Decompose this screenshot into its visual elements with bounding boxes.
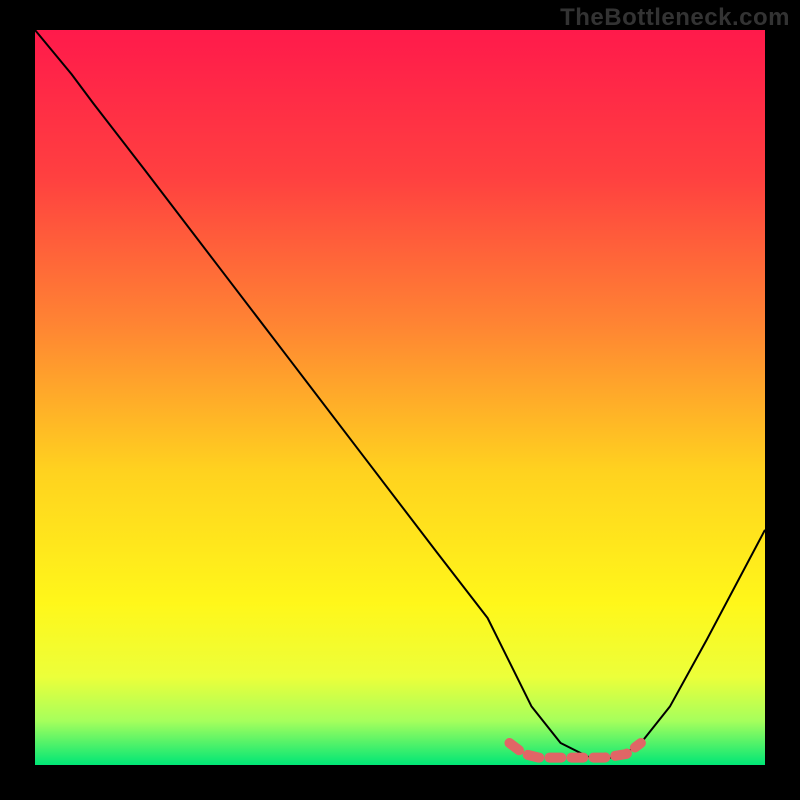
bottleneck-chart — [0, 0, 800, 800]
gradient-background — [35, 30, 765, 765]
watermark-text: TheBottleneck.com — [560, 4, 790, 32]
chart-frame: TheBottleneck.com — [0, 0, 800, 800]
